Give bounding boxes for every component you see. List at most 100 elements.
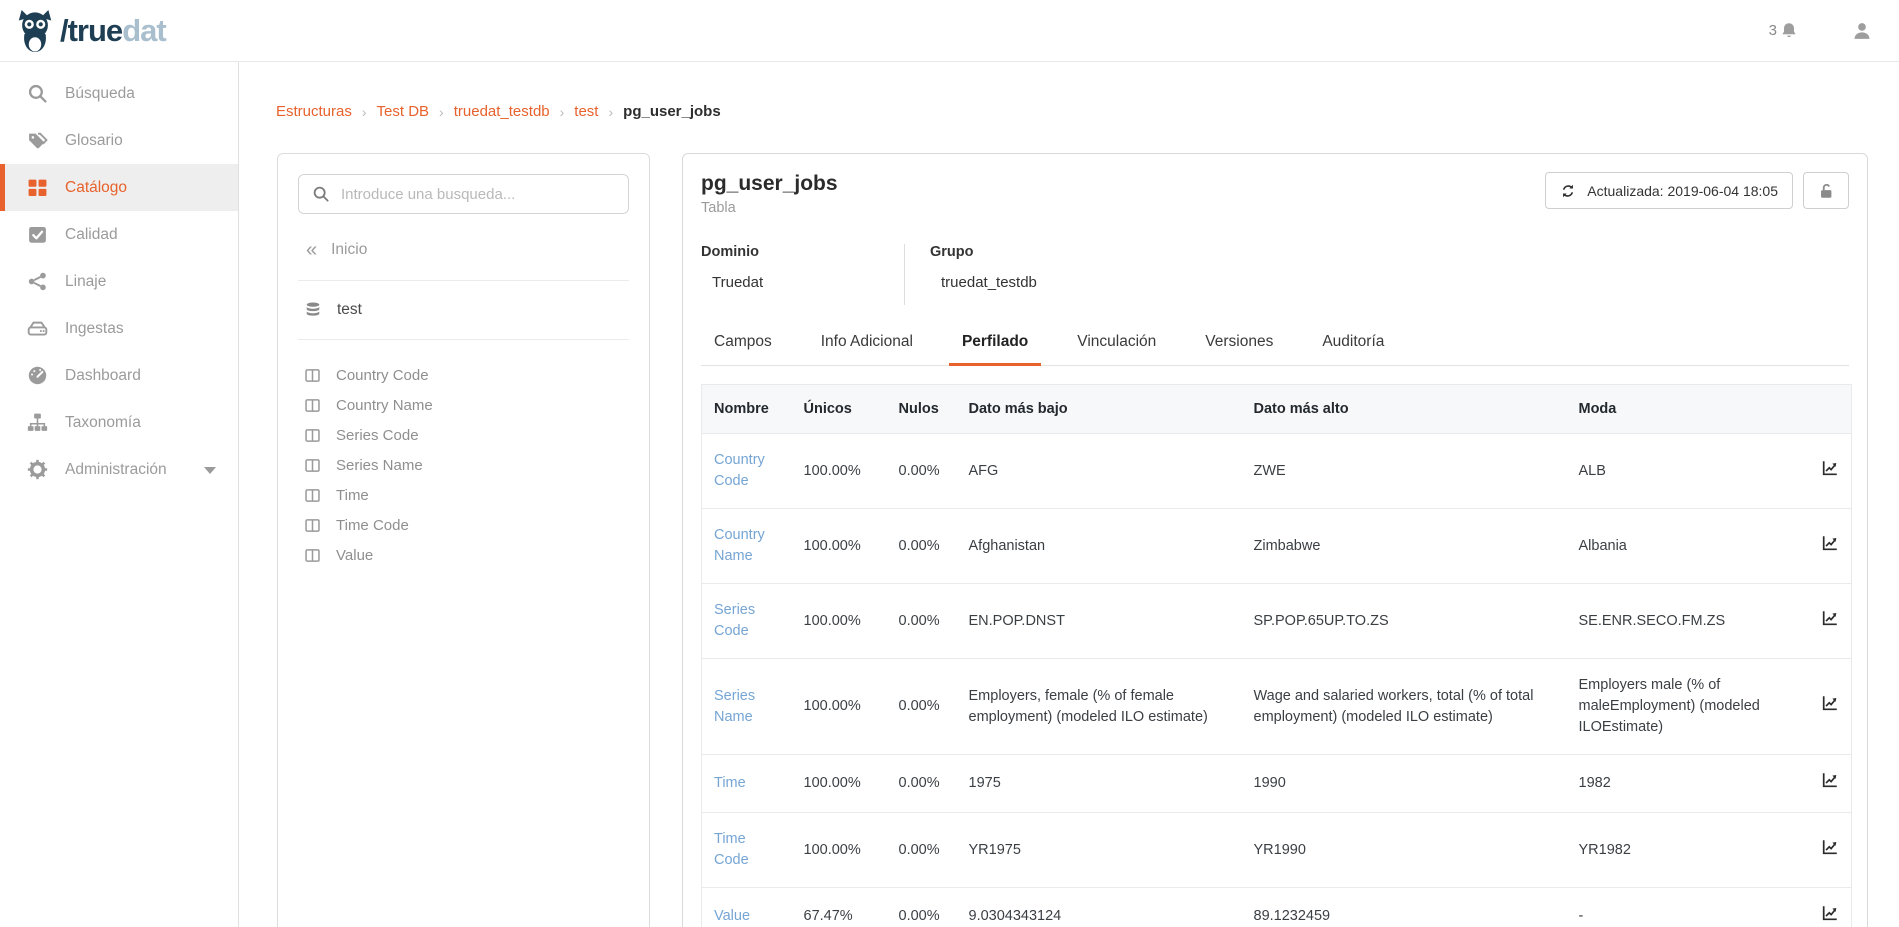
tab-versiones[interactable]: Versiones: [1192, 323, 1286, 366]
breadcrumb-separator: ›: [608, 104, 613, 120]
column-header-dato-mas-bajo: Dato más bajo: [957, 385, 1242, 434]
breadcrumb-link-test[interactable]: test: [574, 103, 598, 120]
tree-item-country-name[interactable]: Country Name: [304, 390, 629, 420]
columns-icon: [304, 517, 321, 534]
tab-vinculacion[interactable]: Vinculación: [1064, 323, 1169, 366]
owl-logo-icon: [14, 9, 56, 53]
breadcrumb-link-estructuras[interactable]: Estructuras: [276, 103, 352, 120]
field-link-series-name[interactable]: Series Name: [714, 688, 755, 725]
profile-table: NombreÚnicosNulosDato más bajoDato más a…: [701, 384, 1852, 927]
sidebar-item-linaje[interactable]: Linaje: [0, 258, 238, 305]
cell-chart: [1802, 434, 1852, 509]
hdd-icon: [27, 318, 48, 339]
cell-bajo: Employers, female (% of female employmen…: [957, 659, 1242, 755]
breadcrumb-separator: ›: [560, 104, 565, 120]
breadcrumb: Estructuras›Test DB›truedat_testdb›test›…: [276, 103, 721, 120]
breadcrumb-current: pg_user_jobs: [623, 103, 721, 120]
field-link-time[interactable]: Time: [714, 775, 746, 791]
tree-item-series-code[interactable]: Series Code: [304, 420, 629, 450]
chart-line-icon[interactable]: [1821, 694, 1839, 712]
breadcrumb-link-test-db[interactable]: Test DB: [377, 103, 430, 120]
page: /truedat 3 BúsquedaGlosarioCatálog: [0, 0, 1899, 927]
cell-name: Series Name: [702, 659, 792, 755]
field-link-country-name[interactable]: Country Name: [714, 527, 765, 564]
sidebar-item-catalogo[interactable]: Catálogo: [0, 164, 238, 211]
tags-icon: [27, 130, 48, 151]
cell-name: Series Code: [702, 584, 792, 659]
tab-campos[interactable]: Campos: [701, 323, 785, 366]
divider: [298, 280, 629, 281]
sidebar-item-glosario[interactable]: Glosario: [0, 117, 238, 164]
sidebar-item-administracion[interactable]: Administración: [0, 446, 238, 493]
tree-item-value[interactable]: Value: [304, 540, 629, 570]
cell-bajo: 9.0304343124: [957, 888, 1242, 927]
cell-name: Country Name: [702, 509, 792, 584]
tree-item-test[interactable]: test: [304, 301, 629, 319]
check-square-icon: [27, 224, 48, 245]
cell-nulos: 0.00%: [887, 888, 957, 927]
tree-item-time-code[interactable]: Time Code: [304, 510, 629, 540]
table-row: Series Name100.00%0.00%Employers, female…: [702, 659, 1852, 755]
cell-bajo: EN.POP.DNST: [957, 584, 1242, 659]
cell-moda: SE.ENR.SECO.FM.ZS: [1567, 584, 1802, 659]
sidebar-item-calidad[interactable]: Calidad: [0, 211, 238, 258]
sidebar-item-busqueda[interactable]: Búsqueda: [0, 70, 238, 117]
cell-alto: 1990: [1242, 755, 1567, 813]
user-icon[interactable]: [1851, 20, 1873, 42]
field-link-value[interactable]: Value: [714, 908, 750, 924]
column-header-nombre: Nombre: [702, 385, 792, 434]
tree-back-label: Inicio: [331, 241, 367, 259]
truedat-logo[interactable]: /truedat: [14, 9, 166, 53]
chart-line-icon[interactable]: [1821, 609, 1839, 627]
cell-bajo: YR1975: [957, 813, 1242, 888]
cell-alto: Zimbabwe: [1242, 509, 1567, 584]
cell-moda: ALB: [1567, 434, 1802, 509]
cell-chart: [1802, 509, 1852, 584]
breadcrumb-separator: ›: [362, 104, 367, 120]
tree-item-time[interactable]: Time: [304, 480, 629, 510]
column-header-chart: [1802, 385, 1852, 434]
cell-unicos: 100.00%: [792, 509, 887, 584]
field-link-country-code[interactable]: Country Code: [714, 452, 765, 489]
column-header-moda: Moda: [1567, 385, 1802, 434]
breadcrumb-link-truedat-testdb[interactable]: truedat_testdb: [454, 103, 550, 120]
sidebar-item-taxonomia[interactable]: Taxonomía: [0, 399, 238, 446]
search-icon: [312, 185, 330, 203]
columns-icon: [304, 547, 321, 564]
tab-perfilado[interactable]: Perfilado: [949, 323, 1041, 366]
unlock-button[interactable]: [1803, 172, 1849, 209]
tab-info-adicional[interactable]: Info Adicional: [808, 323, 926, 366]
columns-icon: [304, 457, 321, 474]
sitemap-icon: [27, 412, 48, 433]
cell-bajo: AFG: [957, 434, 1242, 509]
tree-back-inicio[interactable]: « Inicio: [306, 240, 629, 260]
top-bar: /truedat 3: [0, 0, 1899, 62]
chart-line-icon[interactable]: [1821, 771, 1839, 789]
chart-line-icon[interactable]: [1821, 534, 1839, 552]
field-link-series-code[interactable]: Series Code: [714, 602, 755, 639]
share-icon: [27, 271, 48, 292]
grupo-label: Grupo: [930, 244, 1037, 260]
tree-item-country-code[interactable]: Country Code: [304, 360, 629, 390]
field-link-time-code[interactable]: Time Code: [714, 831, 749, 868]
updated-label: Actualizada: 2019-06-04 18:05: [1587, 183, 1778, 199]
sidebar-item-label: Dashboard: [65, 367, 141, 385]
tab-auditoria[interactable]: Auditoría: [1309, 323, 1397, 366]
tree-columns-list: Country CodeCountry NameSeries CodeSerie…: [304, 360, 629, 570]
sidebar-nav: BúsquedaGlosarioCatálogoCalidad Linaje Ing…: [0, 62, 239, 927]
tree-item-series-name[interactable]: Series Name: [304, 450, 629, 480]
sidebar-item-dashboard[interactable]: Dashboard: [0, 352, 238, 399]
chart-line-icon[interactable]: [1821, 459, 1839, 477]
refresh-updated-button[interactable]: Actualizada: 2019-06-04 18:05: [1545, 172, 1793, 209]
table-row: Time100.00%0.00%197519901982: [702, 755, 1852, 813]
sidebar-item-label: Linaje: [65, 273, 106, 291]
chart-line-icon[interactable]: [1821, 838, 1839, 856]
tree-search-input[interactable]: [299, 175, 628, 213]
sidebar-item-ingestas[interactable]: Ingestas: [0, 305, 238, 352]
cell-nulos: 0.00%: [887, 813, 957, 888]
detail-tabs: Campos Info Adicional Perfilado Vinculación…: [701, 323, 1849, 366]
notifications-button[interactable]: 3: [1769, 21, 1799, 41]
tree-parent-label: test: [337, 301, 362, 319]
chart-line-icon[interactable]: [1821, 904, 1839, 922]
cell-unicos: 100.00%: [792, 659, 887, 755]
